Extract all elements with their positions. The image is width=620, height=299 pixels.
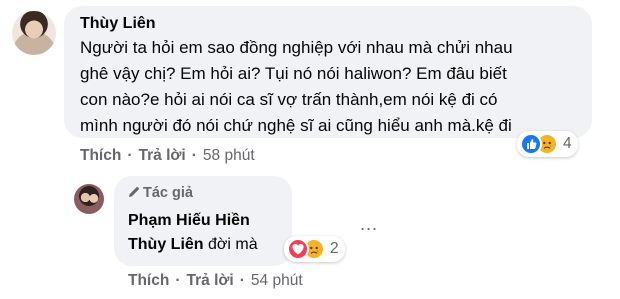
reply-actions: Thích · Trả lời · 54 phút (128, 272, 303, 290)
comment-text: Người ta hỏi em sao đồng nghiệp với nhau… (80, 35, 585, 139)
comment-actions: Thích · Trả lời · 58 phút (80, 147, 255, 165)
reply-button[interactable]: Trả lời (139, 147, 186, 165)
reply-button[interactable]: Trả lời (187, 272, 234, 290)
author-badge-label: Tác giả (143, 185, 193, 201)
like-reaction-icon (520, 133, 542, 155)
reply-body: đời mà (208, 236, 258, 253)
reply-author[interactable]: Phạm Hiếu Hiền (128, 212, 250, 230)
reply-text: Thùy Liên đời mà (128, 236, 258, 254)
reaction-count: 2 (330, 240, 339, 257)
separator-dot: · (191, 147, 197, 164)
comment-line: mình người đó nói chứ nghệ sĩ ai cũng hi… (80, 116, 512, 135)
avatar[interactable] (12, 11, 56, 55)
like-button[interactable]: Thích (128, 272, 169, 290)
reaction-summary[interactable]: 4 (517, 131, 578, 157)
like-button[interactable]: Thích (80, 147, 121, 165)
separator-dot: · (239, 272, 245, 289)
more-options-icon[interactable]: ... (360, 214, 378, 235)
comment-line: con nào?e hỏi ai nói ca sĩ vợ trấn thành… (80, 90, 498, 109)
separator-dot: · (175, 272, 181, 289)
comment-author[interactable]: Thùy Liên (80, 15, 156, 33)
separator-dot: · (127, 147, 133, 164)
timestamp[interactable]: 58 phút (203, 147, 255, 165)
comment-line: Người ta hỏi em sao đồng nghiệp với nhau… (80, 38, 513, 57)
reply-reaction-summary[interactable]: 2 (284, 236, 345, 262)
timestamp[interactable]: 54 phút (251, 272, 303, 290)
comment-line: ghê vậy chị? Em hỏi ai? Tụi nó nói haliw… (80, 64, 507, 83)
reaction-count: 4 (563, 135, 572, 152)
author-badge: Tác giả (128, 185, 193, 201)
love-reaction-icon (287, 238, 309, 260)
mention-link[interactable]: Thùy Liên (128, 236, 204, 253)
pen-icon (129, 187, 139, 197)
reply-avatar[interactable] (74, 184, 104, 214)
